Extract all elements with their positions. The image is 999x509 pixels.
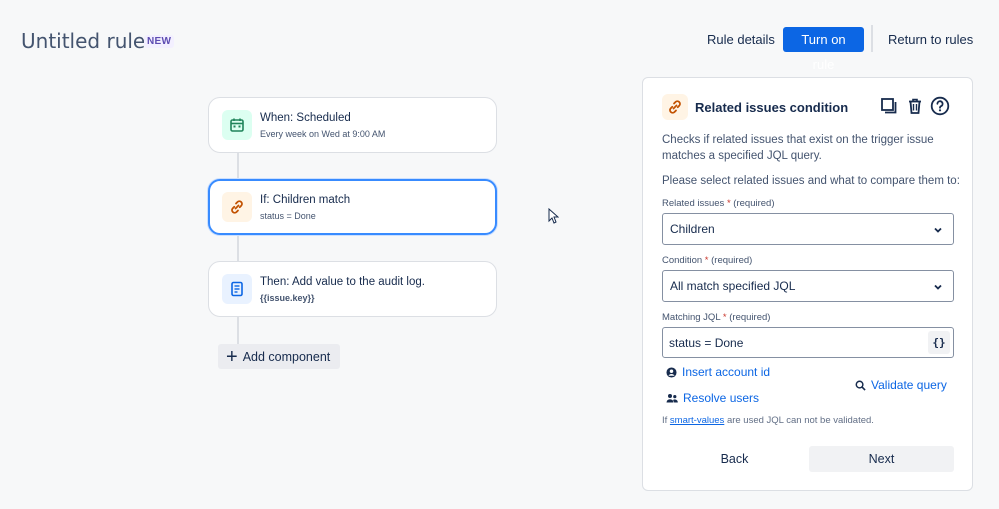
link-icon	[662, 94, 688, 120]
add-component-button[interactable]: + Add component	[218, 344, 340, 369]
condition-value: All match specified JQL	[670, 279, 796, 293]
panel-description: Checks if related issues that exist on t…	[662, 134, 934, 162]
chevron-down-icon	[933, 224, 943, 238]
help-icon[interactable]	[930, 96, 950, 116]
people-icon	[666, 393, 678, 402]
matching-jql-input[interactable]: status = Done {}	[662, 327, 954, 358]
flow-connector	[237, 316, 239, 344]
config-panel: Related issues condition Checks if relat…	[642, 77, 973, 491]
smart-value-braces-button[interactable]: {}	[928, 331, 950, 354]
resolve-users-button[interactable]: Resolve users	[666, 391, 759, 405]
smart-values-link[interactable]: smart-values	[670, 415, 724, 426]
search-icon	[855, 380, 866, 391]
turn-on-rule-button[interactable]: Turn on rule	[783, 27, 864, 72]
action-card[interactable]: Then: Add value to the audit log. {{issu…	[208, 261, 497, 317]
panel-title: Related issues condition	[695, 100, 849, 115]
user-circle-icon	[666, 366, 677, 378]
insert-account-id-button[interactable]: Insert account id	[666, 365, 770, 379]
condition-select[interactable]: All match specified JQL	[662, 270, 954, 302]
copy-icon[interactable]	[879, 96, 899, 116]
flow-connector	[237, 152, 239, 180]
matching-jql-value: status = Done	[669, 335, 744, 350]
new-badge: NEW	[144, 35, 175, 48]
condition-label: Condition * (required)	[662, 255, 753, 266]
header-divider	[871, 25, 873, 52]
return-to-rules-button[interactable]: Return to rules	[880, 27, 981, 52]
link-icon	[222, 192, 252, 222]
trigger-subtitle: Every week on Wed at 9:00 AM	[260, 129, 386, 139]
trash-icon[interactable]	[905, 96, 925, 116]
document-icon	[222, 274, 252, 304]
next-button[interactable]: Next	[809, 446, 954, 472]
calendar-icon	[222, 110, 252, 140]
rule-details-button[interactable]: Rule details	[699, 27, 783, 52]
related-issues-select[interactable]: Children	[662, 213, 954, 245]
trigger-card[interactable]: When: Scheduled Every week on Wed at 9:0…	[208, 97, 497, 153]
page-title: Untitled rule	[21, 29, 146, 53]
condition-card[interactable]: If: Children match status = Done	[208, 179, 497, 235]
action-title: Then: Add value to the audit log.	[260, 276, 425, 288]
mouse-cursor-icon	[548, 207, 560, 229]
panel-prompt: Please select related issues and what to…	[662, 175, 960, 187]
flow-connector	[237, 235, 239, 262]
action-subtitle: {{issue.key}}	[260, 293, 315, 303]
chevron-down-icon	[933, 281, 943, 295]
related-issues-label: Related issues * (required)	[662, 198, 775, 209]
validate-query-button[interactable]: Validate query	[855, 378, 947, 392]
back-button[interactable]: Back	[662, 446, 807, 472]
plus-icon: +	[226, 345, 238, 368]
matching-jql-label: Matching JQL * (required)	[662, 312, 771, 323]
condition-subtitle: status = Done	[260, 211, 316, 221]
add-component-label: Add component	[242, 349, 331, 364]
related-issues-value: Children	[670, 222, 715, 236]
trigger-title: When: Scheduled	[260, 112, 351, 124]
condition-title: If: Children match	[260, 194, 351, 206]
smart-values-note: If smart-values are used JQL can not be …	[662, 415, 874, 426]
